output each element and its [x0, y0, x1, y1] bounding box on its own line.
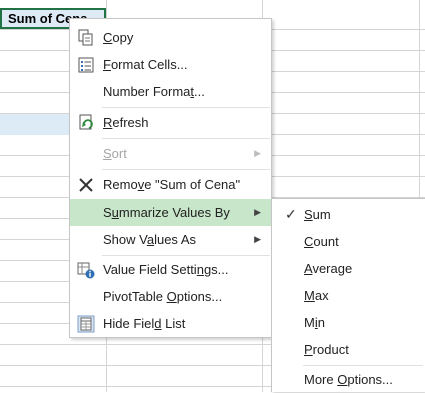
submenu-item-label: Min — [304, 315, 325, 330]
submenu-item-count[interactable]: Count — [272, 228, 425, 255]
menu-item-label: Refresh — [103, 115, 149, 130]
submenu-item-average[interactable]: Average — [272, 255, 425, 282]
menu-separator — [102, 107, 270, 108]
menu-item-label: Hide Field List — [103, 316, 186, 331]
menu-item-summarize-values-by[interactable]: Summarize Values By ▶ — [70, 199, 271, 226]
menu-item-show-values-as[interactable]: Show Values As ▶ — [70, 226, 271, 253]
format-cells-icon — [77, 56, 95, 74]
menu-item-label: Number Format... — [103, 84, 205, 99]
menu-item-label: Summarize Values By — [103, 205, 230, 220]
checkmark-icon: ✓ — [285, 206, 297, 222]
menu-item-number-format[interactable]: Number Format... — [70, 78, 271, 105]
context-menu: Copy Format Cells... Number Format... Re… — [69, 18, 272, 338]
copy-icon — [77, 29, 95, 47]
menu-item-pivottable-options[interactable]: PivotTable Options... — [70, 283, 271, 310]
menu-item-remove-field[interactable]: Remove "Sum of Cena" — [70, 171, 271, 198]
menu-item-format-cells[interactable]: Format Cells... — [70, 51, 271, 78]
menu-item-copy[interactable]: Copy — [70, 24, 271, 51]
submenu-item-sum[interactable]: ✓ Sum — [272, 201, 425, 228]
submenu-item-label: Max — [304, 288, 329, 303]
menu-item-label: Remove "Sum of Cena" — [103, 177, 241, 192]
submenu-arrow-icon: ▶ — [254, 234, 261, 244]
field-list-icon — [77, 315, 95, 333]
submenu-arrow-icon: ▶ — [254, 148, 261, 158]
submenu-item-max[interactable]: Max — [272, 282, 425, 309]
menu-item-label: Show Values As — [103, 232, 196, 247]
summarize-values-submenu: ✓ Sum Count Average Max Min Product More… — [271, 198, 425, 392]
remove-x-icon — [77, 176, 95, 194]
submenu-item-label: Average — [304, 261, 353, 276]
menu-item-refresh[interactable]: Refresh — [70, 109, 271, 136]
submenu-item-label: Product — [304, 342, 349, 357]
menu-item-label: Sort — [103, 146, 127, 161]
submenu-item-more-options[interactable]: More Options... — [272, 366, 425, 393]
submenu-item-label: More Options... — [304, 372, 393, 387]
submenu-arrow-icon: ▶ — [254, 207, 261, 217]
menu-item-label: Value Field Settings... — [103, 262, 229, 277]
submenu-item-label: Count — [304, 234, 339, 249]
menu-item-value-field-settings[interactable]: Value Field Settings... — [70, 256, 271, 283]
value-field-settings-icon — [77, 261, 95, 279]
menu-item-hide-field-list[interactable]: Hide Field List — [70, 310, 271, 337]
menu-item-sort[interactable]: Sort ▶ — [70, 140, 271, 167]
submenu-item-min[interactable]: Min — [272, 309, 425, 336]
menu-item-label: PivotTable Options... — [103, 289, 223, 304]
menu-item-label: Format Cells... — [103, 57, 188, 72]
menu-separator — [102, 138, 270, 139]
refresh-icon — [77, 114, 95, 132]
submenu-item-label: Sum — [304, 207, 331, 222]
menu-item-label: Copy — [103, 30, 134, 45]
submenu-item-product[interactable]: Product — [272, 336, 425, 363]
menu-separator — [102, 169, 270, 170]
